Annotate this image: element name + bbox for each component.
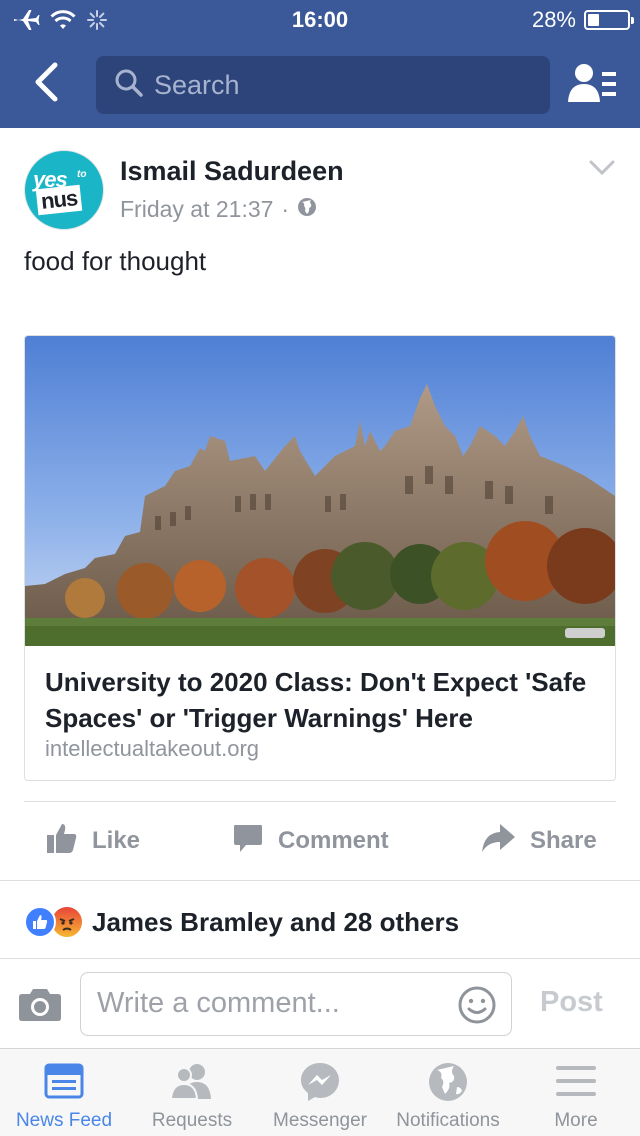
divider	[0, 880, 640, 881]
friend-requests-button[interactable]	[568, 62, 618, 106]
battery-icon	[584, 10, 634, 30]
camera-button[interactable]	[18, 986, 62, 1022]
camera-icon	[18, 989, 62, 1026]
link-preview-image	[25, 336, 615, 646]
tab-label: Messenger	[273, 1110, 367, 1131]
search-placeholder: Search	[154, 69, 240, 100]
post-actions: Like Comment Share	[0, 804, 640, 878]
comment-label: Comment	[278, 827, 389, 854]
like-reaction-icon	[24, 906, 56, 938]
post-text: food for thought	[24, 246, 207, 276]
emoji-button[interactable]	[457, 985, 497, 1025]
battery-percent: 28%	[531, 7, 576, 32]
tab-messenger[interactable]: Messenger	[256, 1049, 384, 1136]
tab-label: Notifications	[396, 1110, 500, 1131]
tab-more[interactable]: More	[512, 1049, 640, 1136]
like-label: Like	[92, 827, 141, 854]
tab-bar: News Feed Requests Messenger Notificatio…	[0, 1048, 640, 1136]
tab-label: More	[554, 1110, 598, 1131]
search-icon	[114, 68, 144, 103]
tab-notifications[interactable]: Notifications	[384, 1049, 512, 1136]
comment-button[interactable]: Comment	[232, 804, 389, 878]
requests-icon	[128, 1061, 256, 1103]
comment-placeholder: Write a comment...	[97, 987, 340, 1019]
search-bar[interactable]: Search	[96, 56, 550, 114]
friend-requests-icon	[568, 64, 618, 110]
post-comment-button[interactable]: Post	[540, 986, 603, 1019]
avatar[interactable]: yes to nus	[24, 150, 104, 230]
status-bar: 16:00 28%	[0, 0, 640, 40]
thumbs-up-icon	[46, 822, 78, 861]
news-feed-icon	[0, 1061, 128, 1103]
avatar-logo-text-small: to	[77, 169, 87, 180]
share-button[interactable]: Share	[480, 804, 597, 878]
divider	[24, 801, 616, 802]
link-preview-card[interactable]: University to 2020 Class: Don't Expect '…	[24, 335, 616, 781]
tab-news-feed[interactable]: News Feed	[0, 1049, 128, 1136]
divider	[0, 958, 640, 959]
messenger-icon	[256, 1061, 384, 1103]
link-domain: intellectualtakeout.org	[45, 736, 260, 761]
share-label: Share	[530, 827, 597, 854]
tab-requests[interactable]: Requests	[128, 1049, 256, 1136]
top-bar: 16:00 28% Search	[0, 0, 640, 128]
comment-input[interactable]: Write a comment...	[80, 972, 512, 1036]
comment-icon	[232, 822, 264, 861]
post-author[interactable]: Ismail Sadurdeen	[120, 156, 344, 187]
like-button[interactable]: Like	[46, 804, 140, 878]
avatar-logo-text-2: nus	[35, 184, 83, 216]
share-icon	[480, 823, 516, 860]
comment-composer: Write a comment... Post	[0, 960, 640, 1048]
link-title[interactable]: University to 2020 Class: Don't Expect '…	[45, 664, 605, 736]
post-timestamp[interactable]: Friday at 21:37	[120, 196, 273, 223]
back-button[interactable]	[24, 58, 68, 110]
chevron-left-icon	[33, 62, 59, 107]
reactions-text: James Bramley and 28 others	[92, 906, 460, 937]
smiley-icon	[458, 986, 496, 1024]
nav-bar: Search	[0, 40, 640, 128]
globe-icon	[384, 1061, 512, 1103]
university-building-photo	[25, 336, 615, 646]
post-meta: Friday at 21:37 ·	[120, 196, 317, 223]
status-right: 28%	[531, 7, 634, 33]
meta-separator: ·	[281, 196, 290, 222]
battery-fill	[588, 14, 599, 26]
post-options-button[interactable]	[588, 158, 616, 178]
menu-icon	[512, 1061, 640, 1103]
tab-label: Requests	[151, 1110, 233, 1131]
chevron-down-icon	[588, 160, 616, 182]
reactions-summary[interactable]: James Bramley and 28 others	[24, 904, 459, 940]
globe-icon	[297, 196, 317, 223]
